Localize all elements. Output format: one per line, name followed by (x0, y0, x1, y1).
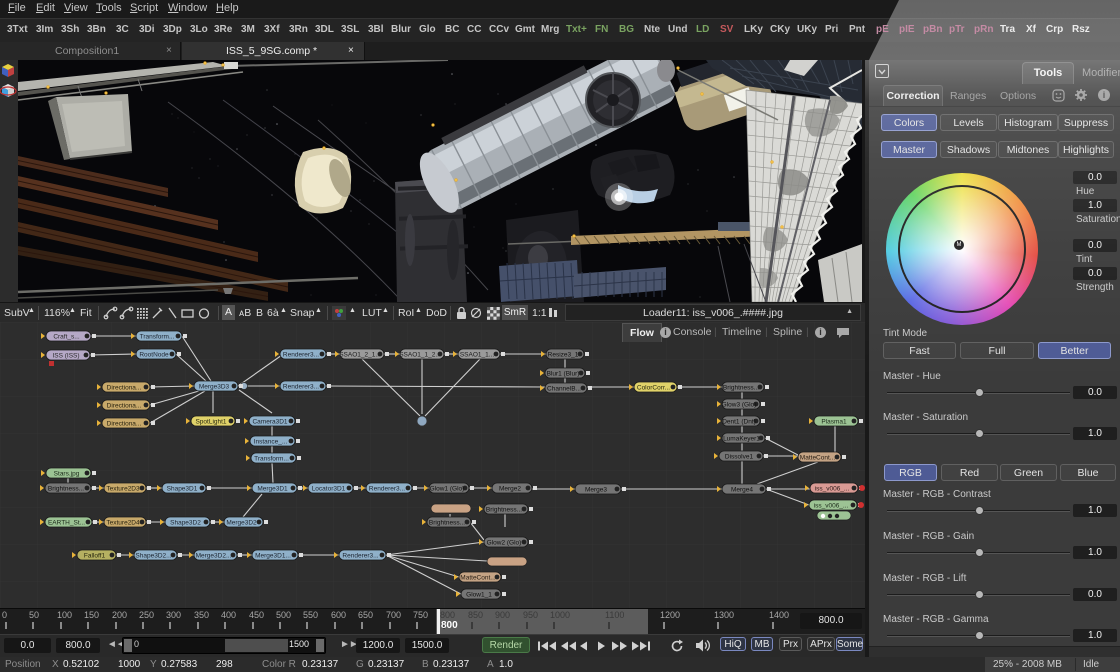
svg-text:Brightness...: Brightness... (429, 520, 465, 527)
svg-text:MatteCont...: MatteCont... (800, 455, 836, 462)
svg-text:Resize3_1: Resize3_1 (548, 352, 579, 359)
svg-text:Glow1 (Glo): Glow1 (Glo) (430, 486, 465, 493)
svg-text:Renderer3...: Renderer3... (369, 486, 405, 493)
svg-text:LumaKeyer1: LumaKeyer1 (723, 436, 760, 443)
svg-text:Dent1 (Dnt): Dent1 (Dnt) (722, 419, 756, 426)
svg-text:Glow3 (Glo): Glow3 (Glo) (722, 402, 757, 409)
svg-text:Renderer3...: Renderer3... (342, 553, 378, 560)
svg-text:Merge3D2...: Merge3D2... (196, 553, 232, 560)
svg-text:Blur1 (Blur): Blur1 (Blur) (547, 371, 580, 378)
svg-text:Glow2 (Glo): Glow2 (Glo) (487, 540, 522, 547)
svg-text:iss_v006_...: iss_v006_... (815, 486, 850, 493)
svg-text:Transform...: Transform... (254, 456, 289, 463)
svg-text:iss_v006_...: iss_v006_... (814, 503, 849, 510)
svg-text:SSAO1_1_2...: SSAO1_1_2... (399, 352, 441, 359)
svg-text:Merge4: Merge4 (731, 487, 753, 494)
svg-text:Merge2: Merge2 (499, 486, 521, 493)
svg-text:Camera3D1: Camera3D1 (252, 419, 287, 426)
svg-text:ISS (ISS): ISS (ISS) (52, 353, 79, 360)
svg-text:Instance_...: Instance_... (254, 439, 288, 446)
svg-text:Directiona...: Directiona... (107, 421, 142, 428)
svg-text:RootNode: RootNode (139, 352, 169, 359)
svg-text:Plasma1: Plasma1 (821, 419, 847, 426)
svg-text:Merge3D2: Merge3D2 (226, 520, 257, 527)
svg-text:EARTH_St...: EARTH_St... (48, 520, 85, 527)
svg-text:ChannelB...: ChannelB... (547, 386, 581, 393)
svg-text:Texture2D4: Texture2D4 (106, 520, 140, 527)
svg-text:Merge3D1...: Merge3D1... (255, 553, 291, 560)
svg-text:Merge3D1: Merge3D1 (257, 486, 288, 493)
svg-text:SpotLight1: SpotLight1 (195, 419, 226, 426)
svg-text:Merge3D3: Merge3D3 (199, 384, 230, 391)
svg-text:Falloff1: Falloff1 (84, 553, 106, 560)
svg-text:Renderer3...: Renderer3... (283, 352, 319, 359)
svg-text:SSAO1_2_1...: SSAO1_2_1... (339, 352, 381, 359)
svg-text:Brightness...: Brightness... (48, 486, 84, 493)
svg-text:Shape3D1: Shape3D1 (167, 486, 198, 493)
svg-text:Directiona...: Directiona... (107, 403, 142, 410)
svg-text:Dissolve1: Dissolve1 (725, 454, 754, 461)
svg-text:Directiona...: Directiona... (107, 385, 142, 392)
svg-text:Brightness...: Brightness... (723, 385, 759, 392)
svg-text:ColorCorr...: ColorCorr... (637, 385, 670, 392)
svg-text:Brightness...: Brightness... (486, 507, 522, 514)
svg-text:MatteCont...: MatteCont... (460, 575, 496, 582)
svg-text:Craft_s...: Craft_s... (53, 334, 80, 341)
svg-text:Texture2D3: Texture2D3 (106, 486, 140, 493)
svg-text:Locator3D1: Locator3D1 (312, 486, 346, 493)
svg-text:SSAO1_1...: SSAO1_1... (460, 352, 495, 359)
svg-text:Shape3D2: Shape3D2 (170, 520, 201, 527)
svg-text:Renderer3...: Renderer3... (283, 384, 319, 391)
svg-text:Transform...: Transform... (140, 334, 175, 341)
svg-text:Shape3D2...: Shape3D2... (135, 553, 171, 560)
svg-text:Stars.jpg: Stars.jpg (54, 471, 80, 478)
svg-text:Merge3: Merge3 (585, 487, 607, 494)
svg-text:Glow1_1: Glow1_1 (466, 592, 492, 599)
